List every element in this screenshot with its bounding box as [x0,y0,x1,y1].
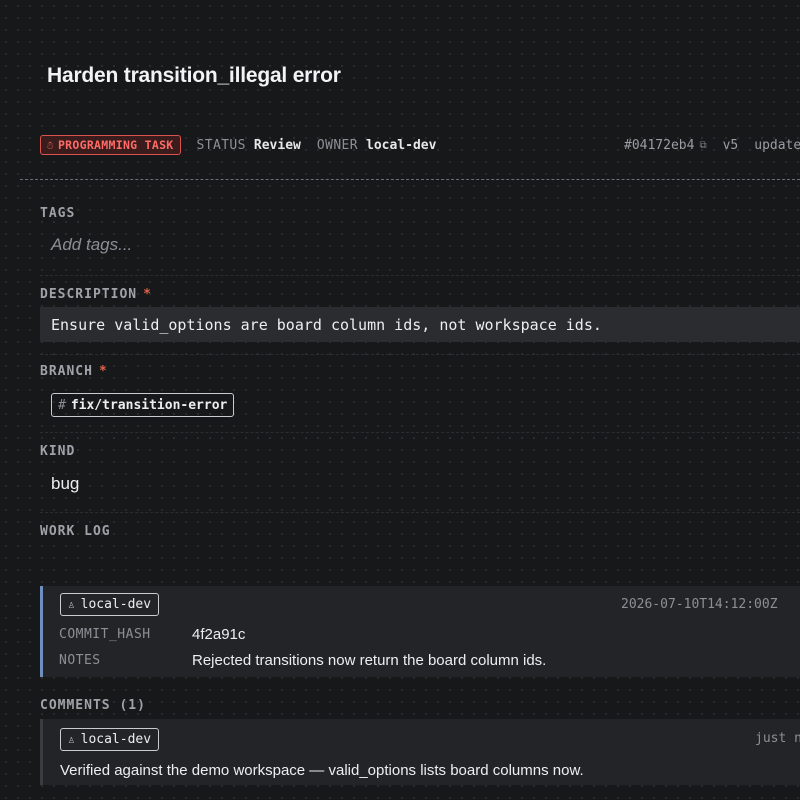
work-log-user-chip[interactable]: ♙ local-dev [60,593,160,616]
comment-time: just n [755,731,800,746]
task-updated: updated ju [754,137,800,153]
notes-value: Rejected transitions now return the boar… [192,652,547,669]
commit-hash-value: 4f2a91c [192,626,246,643]
owner-label: OWNER [316,137,358,153]
section-divider [40,512,800,513]
comments-label: COMMENTS (1) [40,698,146,713]
work-log-entry: ♙ local-dev 2026-07-10T14:12:00Z COMMIT_… [40,586,800,677]
hash-icon: # [58,397,66,413]
kind-value[interactable]: bug [51,474,79,494]
comment-text: Verified against the demo workspace — va… [60,762,584,779]
description-field[interactable]: Ensure valid_options are board column id… [40,307,800,342]
page-title: Harden transition_illegal error [47,64,341,87]
section-divider [40,354,800,355]
commit-hash-key: COMMIT_HASH [59,627,151,642]
comment-item: ♙ local-dev just n Verified against the … [40,719,800,785]
user-icon: ♙ [68,733,75,746]
branch-label: BRANCH * [40,364,108,379]
status-label: STATUS [196,137,246,153]
required-marker: * [98,364,108,379]
work-log-user: local-dev [80,597,152,612]
task-meta-row: ☃ PROGRAMMING TASK STATUS Review OWNER l… [40,134,800,156]
task-meta-right: #04172eb4 ⧉ v5 updated ju [624,134,800,156]
owner-value[interactable]: local-dev [366,138,436,153]
kind-label: KIND [40,444,76,459]
work-log-label: WORK LOG [40,524,111,539]
user-icon: ♙ [68,598,75,611]
work-log-timestamp: 2026-07-10T14:12:00Z [621,597,778,612]
tags-input[interactable]: Add tags... [51,235,132,255]
section-divider [40,275,800,276]
description-label-text: DESCRIPTION [40,287,138,302]
branch-chip[interactable]: # fix/transition-error [51,393,235,417]
task-version: v5 [722,137,739,153]
bug-icon: ☃ [47,138,54,152]
copy-icon[interactable]: ⧉ [699,140,706,151]
header-divider [20,179,800,180]
task-detail-page: Harden transition_illegal error ☃ PROGRA… [0,0,800,800]
notes-key: NOTES [59,653,101,668]
task-id: #04172eb4 [624,137,695,153]
branch-label-text: BRANCH [40,364,93,379]
task-type-badge: ☃ PROGRAMMING TASK [40,135,181,155]
branch-value: fix/transition-error [70,397,228,413]
status-value[interactable]: Review [254,138,301,153]
task-type-label: PROGRAMMING TASK [57,138,174,152]
section-divider [40,432,800,433]
tags-label: TAGS [40,206,76,221]
comment-user-chip[interactable]: ♙ local-dev [60,728,160,751]
required-marker: * [143,287,152,302]
description-label: DESCRIPTION * [40,287,152,302]
comment-user: local-dev [80,732,152,747]
